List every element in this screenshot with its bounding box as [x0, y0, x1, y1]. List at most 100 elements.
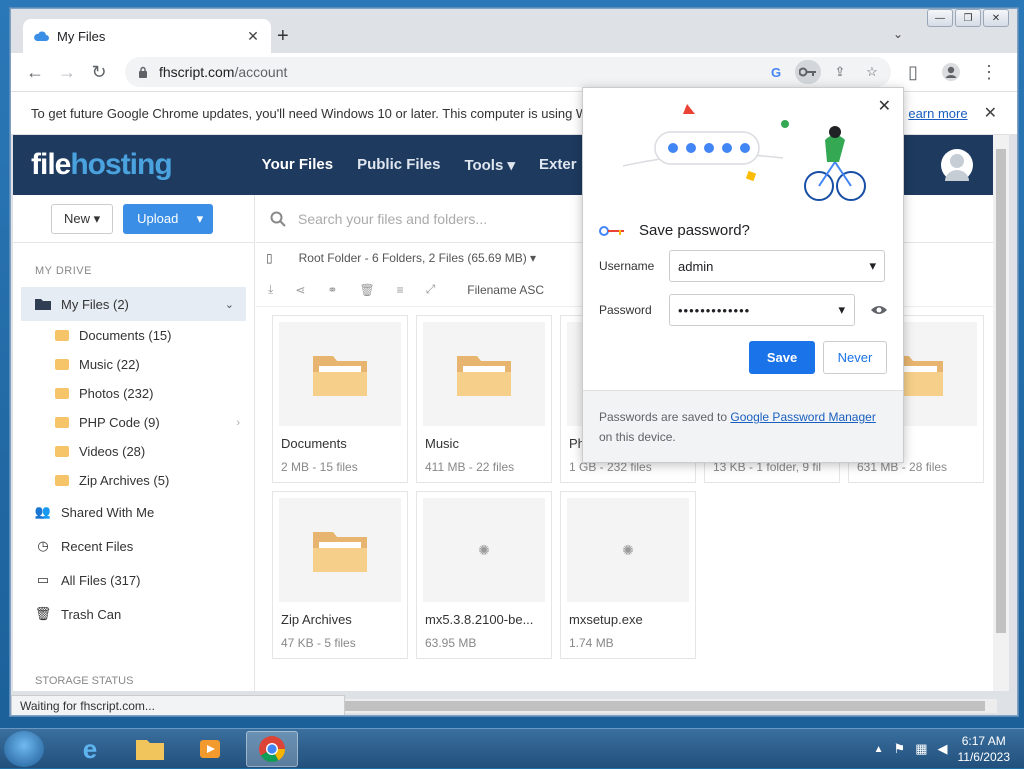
key-icon[interactable]: [795, 60, 821, 84]
password-field[interactable]: ••••••••••••• ▾: [669, 294, 855, 326]
nav-your-files[interactable]: Your Files: [262, 156, 333, 174]
lock-icon: [139, 66, 147, 78]
sidebar-folder-music[interactable]: Music (22): [13, 350, 254, 379]
dropdown-arrow-icon[interactable]: ▾: [869, 258, 876, 274]
close-window-button[interactable]: ✕: [983, 9, 1009, 27]
network-icon[interactable]: ▦: [915, 741, 927, 757]
file-card-mx5[interactable]: ✺ mx5.3.8.2100-be... 63.95 MB: [416, 491, 552, 659]
vertical-scrollbar[interactable]: [993, 135, 1009, 691]
link-icon[interactable]: ⚭: [327, 283, 337, 297]
share-icon[interactable]: ⇪: [827, 60, 853, 84]
popup-close-icon[interactable]: ✕: [878, 96, 891, 116]
folder-icon: [55, 446, 69, 457]
action-center-icon[interactable]: ⚑: [894, 741, 906, 757]
url-path: /account: [234, 64, 288, 80]
learn-more-link[interactable]: earn more: [908, 106, 967, 121]
password-manager-link[interactable]: Google Password Manager: [730, 410, 875, 424]
sidebar-item-trash[interactable]: 🗑 Trash Can: [13, 597, 254, 631]
forward-button[interactable]: →: [53, 58, 81, 86]
chevron-down-icon[interactable]: ⌄: [225, 298, 234, 311]
folder-icon: [55, 475, 69, 486]
sidebar-item-shared[interactable]: 👥 Shared With Me: [13, 495, 254, 529]
spinner-icon: ✺: [478, 541, 490, 558]
volume-icon[interactable]: ◀: [938, 741, 948, 757]
share-icon[interactable]: ⋖: [295, 283, 305, 297]
nav-tools[interactable]: Tools ▾: [464, 156, 515, 174]
sidebar-folder-php-code[interactable]: PHP Code (9) ›: [13, 408, 254, 437]
new-button[interactable]: New ▾: [51, 203, 114, 234]
dropdown-arrow-icon[interactable]: ▾: [838, 302, 846, 318]
username-field[interactable]: admin ▾: [669, 250, 885, 282]
profile-icon[interactable]: [937, 58, 965, 86]
url-text: fhscript.com/account: [159, 64, 287, 80]
logo-hosting: hosting: [70, 148, 172, 181]
sidebar-folder-photos[interactable]: Photos (232): [13, 379, 254, 408]
show-hidden-icons[interactable]: ▲: [874, 744, 884, 755]
upload-dropdown-icon[interactable]: ▾: [197, 211, 204, 227]
menu-icon[interactable]: ⋮: [975, 58, 1003, 86]
popup-footer: Passwords are saved to Google Password M…: [583, 390, 903, 462]
eye-icon[interactable]: [871, 305, 887, 315]
save-password-bubble: ✕ Save password? Username admin ▾ Passwor…: [582, 87, 904, 463]
breadcrumb-text[interactable]: Root Folder - 6 Folders, 2 Files (65.69 …: [299, 251, 536, 265]
scrollbar-thumb[interactable]: [345, 701, 985, 711]
tab-search-icon[interactable]: ⌄: [893, 27, 903, 41]
minimize-button[interactable]: —: [927, 9, 953, 27]
delete-icon[interactable]: 🗑: [359, 283, 374, 297]
infobar-close-icon[interactable]: ✕: [984, 103, 997, 123]
save-button[interactable]: Save: [749, 341, 815, 374]
tab-my-files[interactable]: My Files ✕: [23, 19, 271, 53]
chevron-right-icon[interactable]: ›: [236, 417, 240, 429]
explorer-icon[interactable]: [124, 731, 176, 767]
nav-extensions[interactable]: Exter: [539, 156, 577, 174]
scrollbar-thumb[interactable]: [996, 149, 1006, 633]
side-panel-icon[interactable]: ▯: [899, 58, 927, 86]
nav-public-files[interactable]: Public Files: [357, 156, 440, 174]
sidebar-folder-videos[interactable]: Videos (28): [13, 437, 254, 466]
search-input[interactable]: Search your files and folders...: [298, 211, 487, 227]
chrome-taskbar-icon[interactable]: [246, 731, 298, 767]
media-player-icon[interactable]: [184, 731, 236, 767]
restore-button[interactable]: ❐: [955, 9, 981, 27]
cloud-icon: [34, 31, 49, 41]
user-avatar[interactable]: [941, 149, 973, 181]
folder-icon: [55, 388, 69, 399]
google-icon[interactable]: G: [763, 60, 789, 84]
never-button[interactable]: Never: [823, 341, 887, 374]
folder-thumbnail: [279, 498, 401, 602]
window-controls: — ❐ ✕: [927, 9, 1009, 27]
tab-close-icon[interactable]: ✕: [245, 28, 261, 45]
file-card-music[interactable]: Music 411 MB - 22 files: [416, 315, 552, 483]
sidebar-folder-documents[interactable]: Documents (15): [13, 321, 254, 350]
file-card-mxsetup[interactable]: ✺ mxsetup.exe 1.74 MB: [560, 491, 696, 659]
search-icon: [270, 211, 286, 227]
fullscreen-icon[interactable]: ⤢: [426, 282, 436, 297]
sidebar-actions: New ▾ Upload ▾: [13, 195, 254, 243]
select-all-checkbox[interactable]: ▯: [266, 251, 273, 265]
file-card-zip-archives[interactable]: Zip Archives 47 KB - 5 files: [272, 491, 408, 659]
file-name: Music: [425, 436, 459, 451]
sidebar-item-recent[interactable]: ◷ Recent Files: [13, 529, 254, 563]
status-bubble: Waiting for fhscript.com...: [11, 695, 345, 715]
sidebar-folder-zip-archives[interactable]: Zip Archives (5): [13, 466, 254, 495]
bookmark-star-icon[interactable]: ☆: [859, 60, 885, 84]
address-bar[interactable]: fhscript.com/account G ⇪ ☆: [125, 57, 891, 87]
sidebar-item-all-files[interactable]: ▭ All Files (317): [13, 563, 254, 597]
folder-label: Videos (28): [79, 444, 146, 459]
upload-button[interactable]: Upload ▾: [123, 203, 214, 234]
sidebar-item-my-files[interactable]: My Files (2) ⌄: [21, 287, 246, 321]
back-button[interactable]: ←: [21, 58, 49, 86]
start-button[interactable]: [4, 731, 44, 767]
new-tab-button[interactable]: +: [277, 25, 289, 48]
file-card-documents[interactable]: Documents 2 MB - 15 files: [272, 315, 408, 483]
key-icon: [599, 225, 624, 236]
ie-icon[interactable]: e: [64, 731, 116, 767]
username-row: Username admin ▾: [599, 250, 885, 282]
filehosting-logo[interactable]: filehosting: [31, 148, 173, 182]
list-view-icon[interactable]: ≡: [397, 283, 404, 297]
horizontal-scrollbar[interactable]: [345, 699, 997, 713]
reload-button[interactable]: ↻: [85, 58, 113, 86]
sort-dropdown[interactable]: Filename ASC: [467, 283, 544, 297]
download-icon[interactable]: ⤓: [268, 282, 273, 297]
clock[interactable]: 6:17 AM 11/6/2023: [958, 733, 1011, 765]
